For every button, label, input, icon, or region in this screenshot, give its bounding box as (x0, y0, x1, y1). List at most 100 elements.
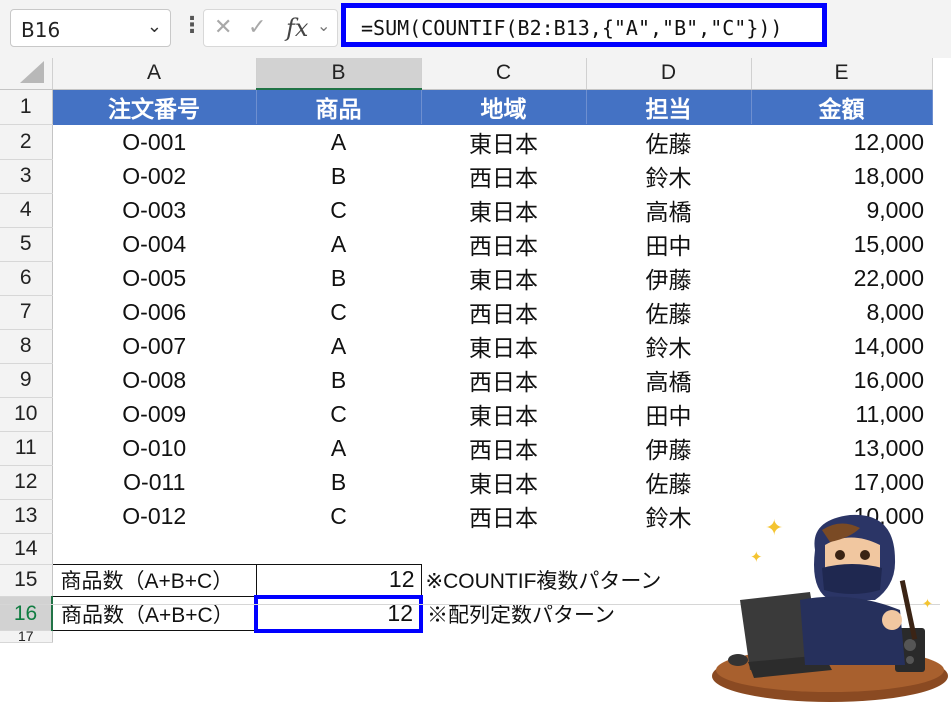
row-header[interactable]: 5 (0, 227, 53, 262)
cell[interactable]: 8,000 (751, 295, 932, 329)
cell[interactable]: 東日本 (421, 125, 586, 160)
summary-label[interactable]: 商品数（A+B+C） (51, 563, 257, 597)
kebab-icon[interactable]: ⋮ (181, 13, 203, 38)
cell[interactable] (52, 533, 256, 564)
cell[interactable]: 西日本 (421, 227, 586, 261)
cell[interactable]: C (256, 499, 421, 533)
header-cell[interactable]: 担当 (586, 89, 752, 125)
check-icon[interactable]: ✓ (248, 15, 266, 40)
row-header[interactable]: 6 (0, 261, 53, 296)
cell[interactable]: O-010 (52, 431, 256, 465)
cell[interactable] (256, 631, 421, 643)
cell[interactable]: O-001 (52, 125, 256, 160)
cell[interactable]: 東日本 (421, 261, 586, 295)
cell[interactable]: 鈴木 (586, 159, 751, 193)
cell[interactable]: 16,000 (751, 363, 932, 397)
cell[interactable] (421, 631, 586, 643)
formula-input-highlight[interactable]: =SUM(COUNTIF(B2:B13,{"A","B","C"})) (341, 3, 827, 47)
cell[interactable]: B (256, 465, 421, 499)
cell[interactable]: 西日本 (421, 295, 586, 329)
chevron-down-icon[interactable]: ⌄ (147, 16, 162, 37)
cell[interactable]: 西日本 (421, 431, 586, 465)
cell[interactable]: 9,000 (751, 193, 932, 227)
cell[interactable]: 東日本 (421, 329, 586, 363)
cell[interactable]: 東日本 (421, 193, 586, 227)
row-header[interactable]: 7 (0, 295, 53, 330)
name-box[interactable]: B16 ⌄ (10, 9, 171, 47)
select-all-icon[interactable] (0, 58, 53, 90)
column-header-e[interactable]: E (751, 58, 933, 90)
cell[interactable]: 西日本 (421, 363, 586, 397)
cell[interactable]: 佐藤 (586, 125, 751, 160)
cell[interactable]: 17,000 (751, 465, 932, 499)
cell[interactable]: O-003 (52, 193, 256, 227)
cell[interactable]: B (256, 159, 421, 193)
cell[interactable]: 伊藤 (586, 431, 751, 465)
active-cell[interactable]: 12 (254, 594, 423, 633)
cell[interactable]: O-009 (52, 397, 256, 431)
row-header[interactable]: 12 (0, 465, 53, 500)
cell[interactable]: B (256, 363, 421, 397)
cell[interactable] (256, 533, 421, 564)
row-header[interactable]: 1 (0, 89, 53, 125)
cell[interactable]: 田中 (586, 227, 751, 261)
cell[interactable]: 佐藤 (586, 465, 751, 499)
cell[interactable]: 東日本 (421, 465, 586, 499)
cancel-x-icon[interactable]: ✕ (214, 15, 232, 40)
cell[interactable]: C (256, 397, 421, 431)
cell[interactable]: 西日本 (421, 499, 586, 533)
cell[interactable]: 田中 (586, 397, 751, 431)
cell[interactable]: C (256, 295, 421, 329)
row-header[interactable]: 11 (0, 431, 53, 466)
column-header-a[interactable]: A (52, 58, 257, 90)
cell[interactable]: O-006 (52, 295, 256, 329)
row-header[interactable]: 9 (0, 363, 53, 398)
cell[interactable]: O-012 (52, 499, 256, 533)
row-header[interactable]: 16 (0, 596, 53, 631)
cell[interactable]: O-004 (52, 227, 256, 261)
cell[interactable] (421, 533, 586, 564)
column-header-b[interactable]: B (256, 58, 422, 90)
cell[interactable] (52, 631, 256, 643)
cell[interactable]: O-008 (52, 363, 256, 397)
cell[interactable]: A (256, 227, 421, 261)
cell[interactable]: 西日本 (421, 159, 586, 193)
cell[interactable]: 佐藤 (586, 295, 751, 329)
cell[interactable]: O-007 (52, 329, 256, 363)
header-cell[interactable]: 注文番号 (52, 89, 257, 125)
cell[interactable]: A (256, 125, 421, 160)
cell[interactable]: 15,000 (751, 227, 932, 261)
row-header[interactable]: 8 (0, 329, 53, 364)
cell[interactable]: 22,000 (751, 261, 932, 295)
row-header[interactable]: 2 (0, 124, 53, 160)
cell[interactable]: 伊藤 (586, 261, 751, 295)
column-header-c[interactable]: C (421, 58, 587, 90)
cell[interactable]: A (256, 431, 421, 465)
cell[interactable]: O-005 (52, 261, 256, 295)
cell[interactable]: B (256, 261, 421, 295)
cell[interactable]: 13,000 (751, 431, 932, 465)
cell[interactable]: O-002 (52, 159, 256, 193)
row-header[interactable]: 4 (0, 193, 53, 228)
cell[interactable]: O-011 (52, 465, 256, 499)
cell[interactable]: A (256, 329, 421, 363)
cell[interactable]: 11,000 (751, 397, 932, 431)
cell[interactable]: 12,000 (751, 125, 932, 160)
row-header[interactable]: 15 (0, 564, 53, 597)
header-cell[interactable]: 商品 (256, 89, 422, 125)
column-header-d[interactable]: D (586, 58, 752, 90)
fx-icon[interactable]: fx (286, 14, 308, 42)
row-header[interactable]: 3 (0, 159, 53, 194)
header-cell[interactable]: 地域 (421, 89, 587, 125)
cell[interactable]: 高橋 (586, 193, 751, 227)
row-header[interactable]: 13 (0, 499, 53, 534)
cell[interactable]: 東日本 (421, 397, 586, 431)
row-header[interactable]: 17 (0, 630, 53, 643)
cell[interactable]: 高橋 (586, 363, 751, 397)
cell[interactable]: C (256, 193, 421, 227)
row-header[interactable]: 14 (0, 533, 53, 565)
cell[interactable]: 鈴木 (586, 329, 751, 363)
summary-label[interactable]: 商品数（A+B+C） (51, 596, 257, 631)
formula-text[interactable]: =SUM(COUNTIF(B2:B13,{"A","B","C"})) (361, 16, 782, 40)
row-header[interactable]: 10 (0, 397, 53, 432)
